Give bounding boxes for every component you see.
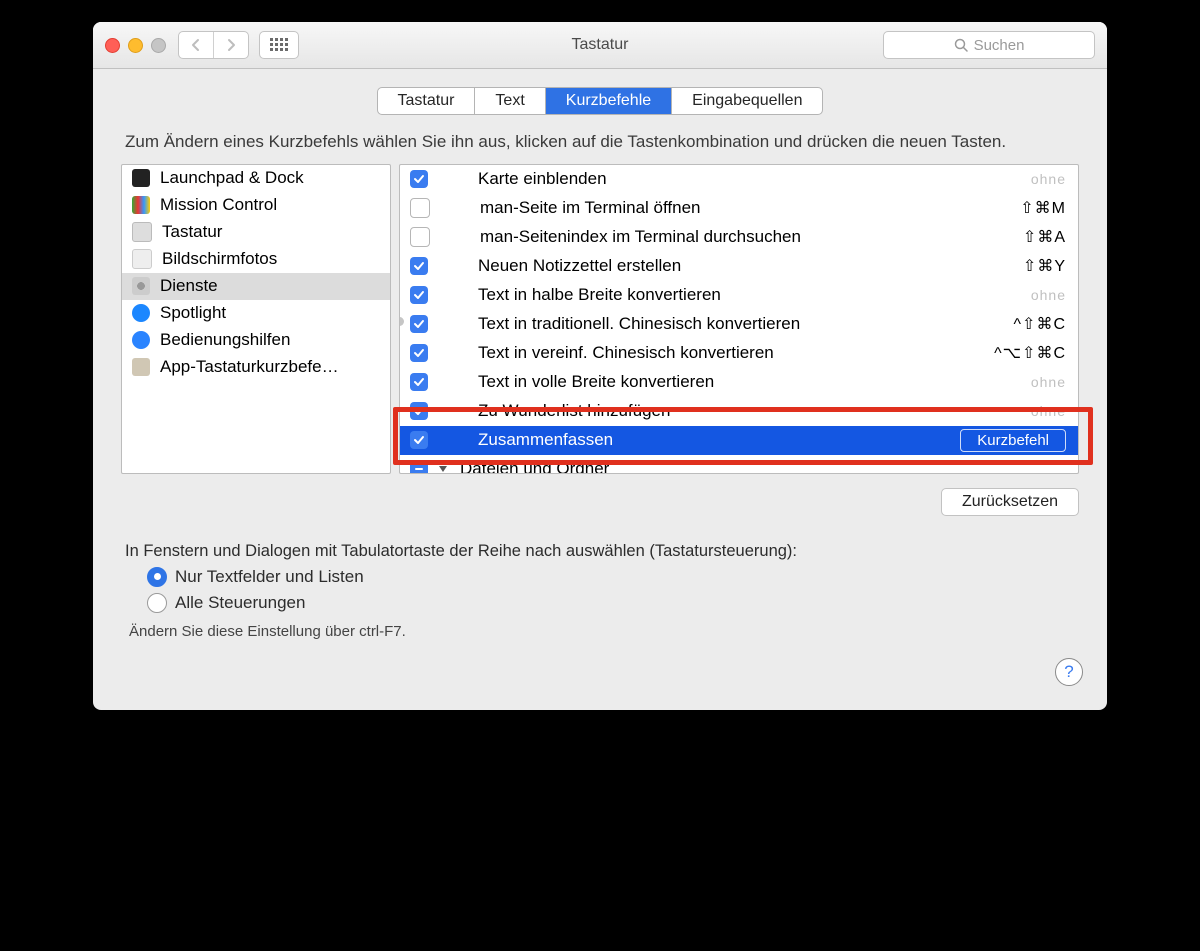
- tab-eingabequellen[interactable]: Eingabequellen: [672, 88, 822, 114]
- preferences-window: Tastatur Suchen Tastatur Text Kurzbefehl…: [93, 22, 1107, 710]
- checkbox[interactable]: [410, 170, 428, 188]
- checkbox[interactable]: [410, 286, 428, 304]
- radio-button[interactable]: [147, 593, 167, 613]
- checkbox[interactable]: [410, 257, 428, 275]
- category-launchpad-dock[interactable]: Launchpad & Dock: [122, 165, 390, 192]
- category-spotlight[interactable]: Spotlight: [122, 300, 390, 327]
- grid-icon: [270, 38, 288, 52]
- category-dienste[interactable]: Dienste: [122, 273, 390, 300]
- shortcut-list[interactable]: Karte einblenden ohne man-Seite im Termi…: [399, 164, 1079, 474]
- apps-icon: [132, 358, 150, 376]
- close-window-button[interactable]: [105, 38, 120, 53]
- mission-control-icon: [132, 196, 150, 214]
- shortcut-row[interactable]: man-Seitenindex im Terminal durchsuchen …: [400, 223, 1078, 252]
- launchpad-icon: [132, 169, 150, 187]
- keyboard-access-prompt: In Fenstern und Dialogen mit Tabulatorta…: [125, 542, 1075, 561]
- shortcut-row-selected[interactable]: Zusammenfassen Kurzbefehl: [400, 426, 1078, 455]
- tab-text[interactable]: Text: [475, 88, 545, 114]
- checkbox[interactable]: [410, 198, 430, 218]
- reset-button[interactable]: Zurücksetzen: [941, 488, 1079, 516]
- category-app-shortcuts[interactable]: App-Tastaturkurzbefe…: [122, 354, 390, 381]
- checkbox[interactable]: [410, 315, 428, 333]
- checkbox[interactable]: [410, 344, 428, 362]
- tab-kurzbefehle[interactable]: Kurzbefehle: [546, 88, 672, 114]
- checkbox[interactable]: [410, 227, 430, 247]
- accessibility-icon: [132, 331, 150, 349]
- tab-bar: Tastatur Text Kurzbefehle Eingabequellen: [115, 87, 1085, 115]
- nav-buttons: [178, 31, 249, 59]
- radio-button[interactable]: [147, 567, 167, 587]
- disclosure-triangle-icon[interactable]: [438, 459, 450, 474]
- titlebar: Tastatur Suchen: [93, 22, 1107, 69]
- category-list[interactable]: Launchpad & Dock Mission Control Tastatu…: [121, 164, 391, 474]
- help-button[interactable]: ?: [1055, 658, 1083, 686]
- checkbox[interactable]: [410, 431, 428, 449]
- shortcut-row[interactable]: Text in vereinf. Chinesisch konvertieren…: [400, 339, 1078, 368]
- content-area: Tastatur Text Kurzbefehle Eingabequellen…: [93, 69, 1107, 710]
- shortcut-row[interactable]: Text in traditionell. Chinesisch konvert…: [400, 310, 1078, 339]
- radio-all-controls[interactable]: Alle Steuerungen: [147, 593, 1075, 613]
- checkbox-mixed[interactable]: [410, 460, 428, 474]
- category-mission-control[interactable]: Mission Control: [122, 192, 390, 219]
- back-button[interactable]: [179, 32, 213, 58]
- spotlight-icon: [132, 304, 150, 322]
- category-tastatur[interactable]: Tastatur: [122, 219, 390, 246]
- show-all-button[interactable]: [259, 31, 299, 59]
- shortcut-row[interactable]: Zu Wunderlist hinzufügen ohne: [400, 397, 1078, 426]
- shortcut-row[interactable]: Text in volle Breite konvertieren ohne: [400, 368, 1078, 397]
- search-icon: [954, 38, 968, 52]
- screenshot-icon: [132, 249, 152, 269]
- category-bildschirmfotos[interactable]: Bildschirmfotos: [122, 246, 390, 273]
- shortcut-group-row[interactable]: Dateien und Ordner: [400, 455, 1078, 474]
- shortcut-row[interactable]: man-Seite im Terminal öffnen ⇧⌘M: [400, 194, 1078, 223]
- zoom-window-button[interactable]: [151, 38, 166, 53]
- checkbox[interactable]: [410, 402, 428, 420]
- search-placeholder: Suchen: [974, 37, 1025, 54]
- window-controls: [105, 38, 166, 53]
- shortcut-row[interactable]: Neuen Notizzettel erstellen ⇧⌘Y: [400, 252, 1078, 281]
- checkbox[interactable]: [410, 373, 428, 391]
- shortcut-row[interactable]: Karte einblenden ohne: [400, 165, 1078, 194]
- radio-text-fields-only[interactable]: Nur Textfelder und Listen: [147, 567, 1075, 587]
- forward-button[interactable]: [213, 32, 248, 58]
- assign-shortcut-button[interactable]: Kurzbefehl: [960, 429, 1066, 452]
- instructions-text: Zum Ändern eines Kurzbefehls wählen Sie …: [125, 131, 1075, 154]
- footnote-text: Ändern Sie diese Einstellung über ctrl-F…: [129, 623, 1075, 640]
- shortcut-row[interactable]: Text in halbe Breite konvertieren ohne: [400, 281, 1078, 310]
- category-bedienungshilfen[interactable]: Bedienungshilfen: [122, 327, 390, 354]
- search-field[interactable]: Suchen: [883, 31, 1095, 59]
- tab-tastatur[interactable]: Tastatur: [378, 88, 476, 114]
- gear-icon: [132, 277, 150, 295]
- minimize-window-button[interactable]: [128, 38, 143, 53]
- keyboard-icon: [132, 222, 152, 242]
